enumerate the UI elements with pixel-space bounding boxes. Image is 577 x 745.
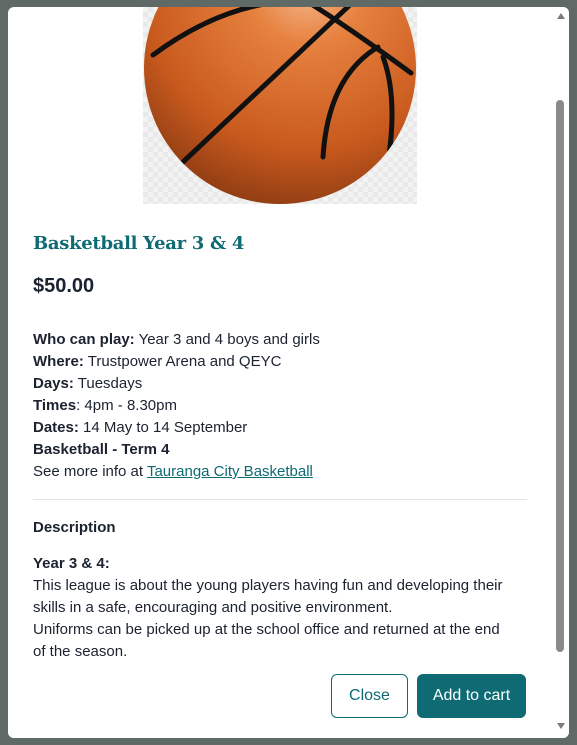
- description-heading: Description: [33, 519, 116, 536]
- info-who: Who can play: Year 3 and 4 boys and girl…: [33, 329, 533, 351]
- info-times-label: Times: [33, 397, 77, 414]
- info-dates-label: Dates:: [33, 419, 79, 436]
- info-where-value: Trustpower Arena and QEYC: [83, 353, 282, 370]
- scroll-up-arrow-icon[interactable]: [557, 13, 565, 19]
- description-line: of the season.: [33, 643, 128, 658]
- product-title: Basketball Year 3 & 4: [33, 233, 245, 254]
- info-dates: Dates: 14 May to 14 September: [33, 417, 533, 439]
- description-line: Uniforms can be picked up at the school …: [33, 621, 500, 638]
- description-line: This league is about the young players h…: [33, 577, 503, 594]
- info-days-value: Tuesdays: [73, 375, 143, 392]
- info-where: Where: Trustpower Arena and QEYC: [33, 351, 533, 373]
- modal-scrollbar[interactable]: [553, 7, 569, 738]
- see-more-text: See more info at: [33, 463, 147, 480]
- info-dates-value: 14 May to 14 September: [78, 419, 248, 436]
- info-who-value: Year 3 and 4 boys and girls: [134, 331, 320, 348]
- description-subheading: Year 3 & 4:: [33, 555, 110, 572]
- modal-footer: Close Add to cart: [8, 658, 561, 738]
- info-days: Days: Tuesdays: [33, 373, 533, 395]
- description-body: Year 3 & 4: This league is about the you…: [33, 553, 533, 658]
- info-term: Basketball - Term 4: [33, 439, 533, 461]
- product-image: [143, 7, 417, 204]
- product-info: Who can play: Year 3 and 4 boys and girl…: [33, 329, 533, 483]
- info-days-label: Days:: [33, 375, 74, 392]
- modal-content: Basketball Year 3 & 4 $50.00 Who can pla…: [8, 7, 561, 658]
- info-term-label: Basketball - Term 4: [33, 441, 170, 458]
- info-who-label: Who can play:: [33, 331, 135, 348]
- scrollbar-thumb[interactable]: [556, 100, 564, 652]
- description-line: skills in a safe, encouraging and positi…: [33, 599, 393, 616]
- info-where-label: Where:: [33, 353, 84, 370]
- tauranga-basketball-link[interactable]: Tauranga City Basketball: [147, 463, 313, 480]
- scroll-down-arrow-icon[interactable]: [557, 723, 565, 729]
- product-price: $50.00: [33, 275, 95, 297]
- basketball-icon: [144, 7, 416, 204]
- close-button[interactable]: Close: [331, 674, 408, 718]
- info-times-value: : 4pm - 8.30pm: [76, 397, 177, 414]
- info-times: Times: 4pm - 8.30pm: [33, 395, 533, 417]
- add-to-cart-button[interactable]: Add to cart: [417, 674, 526, 718]
- divider: [33, 499, 527, 500]
- product-modal: Basketball Year 3 & 4 $50.00 Who can pla…: [8, 7, 569, 738]
- info-see-more: See more info at Tauranga City Basketbal…: [33, 461, 533, 483]
